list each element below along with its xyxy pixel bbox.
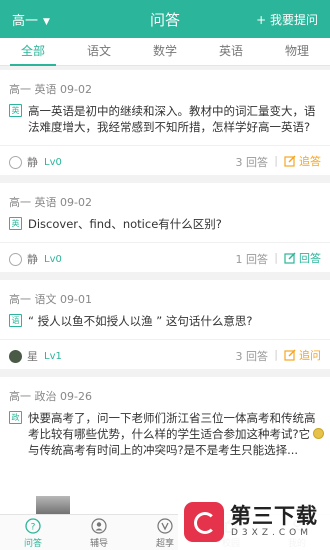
edit-icon: [284, 155, 296, 167]
reply-count: 3 回答: [235, 156, 269, 169]
avatar: [9, 349, 22, 363]
subject-tabs: 全部 语文 数学 英语 物理: [0, 38, 330, 66]
username: 静: [27, 156, 38, 169]
watermark-title: 第三下载: [230, 504, 318, 528]
question-text: “ 授人以鱼不如授人以渔 ” 这句话什么意思?: [28, 314, 253, 328]
question-feed: 高一 英语 09-02 英 高一英语是初中的继续和深入。教材中的词汇量变大，语法…: [0, 70, 330, 525]
question-author[interactable]: 星 Lv1: [9, 348, 62, 364]
question-circle-icon: ?: [25, 518, 41, 534]
tab-english[interactable]: 英语: [198, 38, 264, 65]
share-icon: [157, 518, 173, 534]
tab-math[interactable]: 数学: [132, 38, 198, 65]
tabbar-label: 超享: [155, 539, 174, 549]
user-level: Lv0: [44, 253, 62, 265]
avatar: [9, 155, 22, 169]
username: 星: [27, 350, 38, 363]
question-meta: 高一 英语 09-02: [9, 83, 92, 96]
question-text: 快要高考了，问一下老师们浙江省三位一体高考和传统高考比较有哪些优势，什么样的学生…: [28, 411, 316, 457]
tab-chinese[interactable]: 语文: [66, 38, 132, 65]
question-author[interactable]: 静 Lv0: [9, 251, 62, 267]
reply-count: 3 回答: [235, 350, 269, 363]
question-meta: 高一 政治 09-26: [9, 390, 92, 403]
person-icon: [91, 518, 107, 534]
tab-physics[interactable]: 物理: [264, 38, 330, 65]
action-label: 追答: [299, 155, 321, 168]
user-level: Lv0: [44, 156, 62, 168]
question-text: 高一英语是初中的继续和深入。教材中的词汇量变大，语法难度增大，我经常感到不知所措…: [28, 104, 316, 134]
watermark-url: D3XZ.COM: [231, 528, 312, 538]
action-label: 追问: [299, 349, 321, 362]
ask-question-button[interactable]: + 我要提问: [256, 11, 318, 28]
question-card[interactable]: 高一 语文 09-01 语 “ 授人以鱼不如授人以渔 ” 这句话什么意思? 星 …: [0, 280, 330, 369]
subject-tag: 政: [9, 411, 22, 424]
action-label: 回答: [299, 252, 321, 265]
answer-button[interactable]: 回答: [284, 250, 321, 266]
subject-tag: 英: [9, 104, 22, 117]
header: 高一 ▼ 问答 + 我要提问: [0, 0, 330, 38]
question-meta: 高一 语文 09-01: [9, 293, 92, 306]
svg-text:?: ?: [31, 523, 36, 533]
subject-tag: 语: [9, 314, 22, 327]
medal-icon: [313, 428, 324, 439]
tabbar-item-qa[interactable]: ? 问答: [0, 515, 66, 550]
site-watermark: 第三下载 D3XZ.COM: [178, 496, 330, 550]
subject-tag: 英: [9, 217, 22, 230]
tabbar-label: 问答: [23, 539, 42, 549]
follow-up-answer-button[interactable]: 追答: [284, 153, 321, 169]
question-image-thumbnail[interactable]: [36, 496, 70, 516]
watermark-logo-icon: [184, 502, 224, 542]
question-card[interactable]: 高一 英语 09-02 英 Discover、find、notice有什么区别?…: [0, 183, 330, 272]
reply-count: 1 回答: [235, 253, 269, 266]
follow-up-question-button[interactable]: 追问: [284, 347, 321, 363]
avatar: [9, 252, 22, 266]
user-level: Lv1: [44, 350, 62, 362]
edit-icon: [284, 349, 296, 361]
edit-icon: [284, 252, 296, 264]
question-author[interactable]: 静 Lv0: [9, 154, 62, 170]
question-meta: 高一 英语 09-02: [9, 196, 92, 209]
divider: |: [274, 154, 278, 167]
divider: |: [274, 348, 278, 361]
tabbar-item-tutoring[interactable]: 辅导: [66, 515, 132, 550]
tabbar-label: 辅导: [89, 539, 108, 549]
question-text: Discover、find、notice有什么区别?: [28, 217, 222, 231]
username: 静: [27, 253, 38, 266]
question-card[interactable]: 高一 英语 09-02 英 高一英语是初中的继续和深入。教材中的词汇量变大，语法…: [0, 70, 330, 175]
divider: |: [274, 251, 278, 264]
tab-all[interactable]: 全部: [0, 38, 66, 66]
